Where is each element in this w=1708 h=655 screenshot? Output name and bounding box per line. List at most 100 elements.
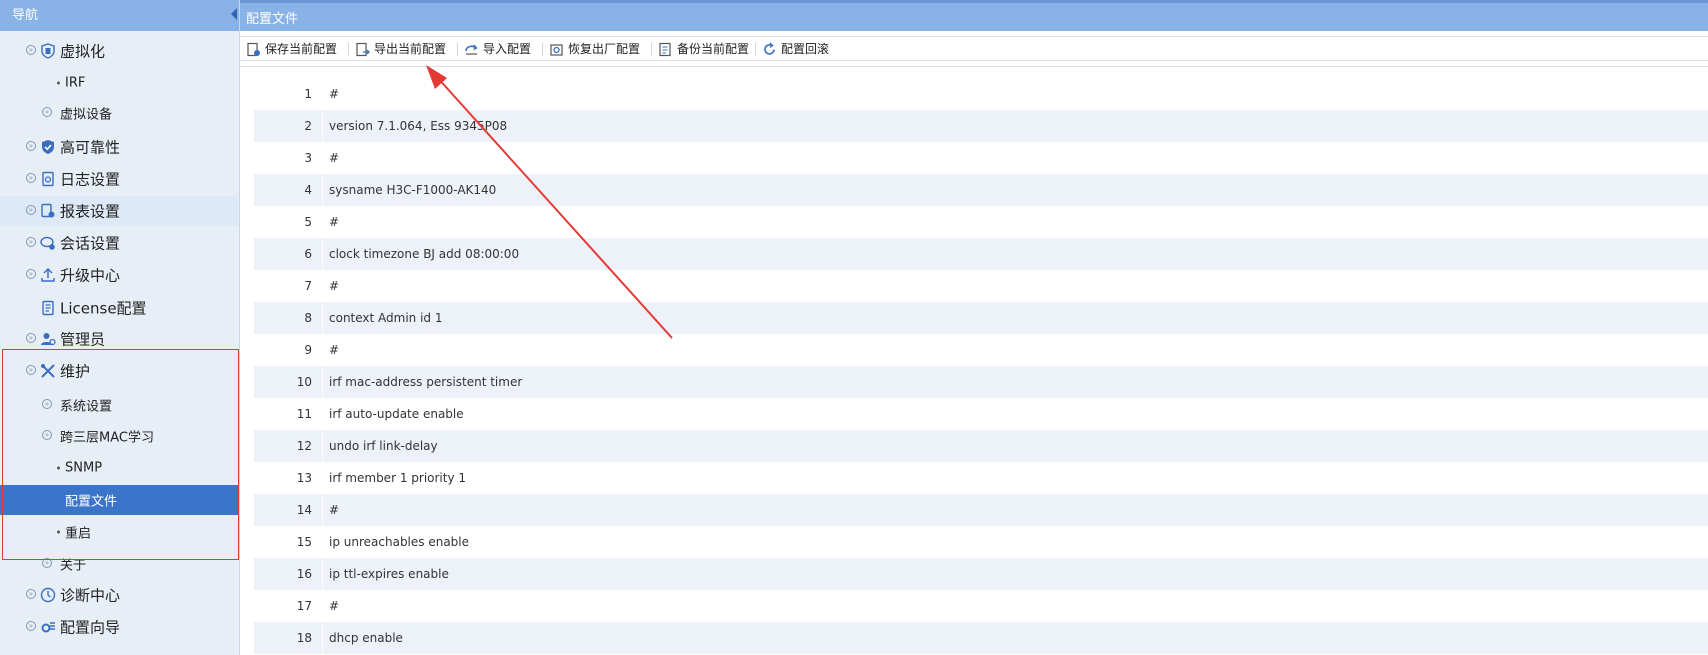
config-line: 17 #	[254, 590, 1708, 622]
import-config-label: 导入配置	[483, 42, 532, 56]
gutter-divider	[322, 558, 323, 590]
config-line: 11 irf auto-update enable	[254, 398, 1708, 430]
config-line: 15 ip unreachables enable	[254, 526, 1708, 558]
license-icon	[40, 300, 56, 316]
expand-icon[interactable]: »	[26, 45, 36, 55]
import-icon	[464, 42, 479, 57]
rollback-config-label: 配置回滚	[781, 42, 830, 56]
tab-config-file[interactable]: 配置文件	[246, 8, 298, 27]
expand-icon[interactable]: »	[26, 589, 36, 599]
sidebar-item-upgrade-center[interactable]: » 升级中心	[0, 260, 238, 290]
config-line: 10 irf mac-address persistent timer	[254, 366, 1708, 398]
sidebar-item-virtual-device[interactable]: » 虚拟设备	[0, 98, 238, 128]
expand-icon[interactable]: »	[26, 333, 36, 343]
export-config-button[interactable]: 导出当前配置	[355, 40, 446, 58]
line-text: #	[329, 87, 340, 101]
config-line: 4 sysname H3C-F1000-AK140	[254, 174, 1708, 206]
line-number: 16	[296, 567, 312, 581]
sidebar-item-label: 日志设置	[60, 170, 121, 189]
line-text: #	[329, 503, 340, 517]
gutter-divider	[322, 494, 323, 526]
sidebar-item-session-settings[interactable]: » 会话设置	[0, 228, 238, 258]
restore-factory-button[interactable]: 恢复出厂配置	[549, 40, 640, 58]
save-config-label: 保存当前配置	[265, 42, 338, 56]
line-number: 1	[304, 87, 312, 101]
line-number: 13	[296, 471, 312, 485]
config-line: 8 context Admin id 1	[254, 302, 1708, 334]
sidebar-item-label: 管理员	[60, 330, 106, 349]
rollback-config-button[interactable]: 配置回滚	[762, 40, 829, 58]
expand-icon[interactable]: »	[26, 173, 36, 183]
sidebar-item-report-settings[interactable]: » 报表设置	[0, 196, 238, 226]
sidebar-item-diagnostic-center[interactable]: » 诊断中心	[0, 580, 238, 610]
sidebar-item-label: 升级中心	[60, 266, 121, 285]
line-number: 4	[304, 183, 312, 197]
line-number: 2	[304, 119, 312, 133]
import-config-button[interactable]: 导入配置	[464, 40, 531, 58]
config-line: 6 clock timezone BJ add 08:00:00	[254, 238, 1708, 270]
sidebar-item-label: IRF	[65, 75, 86, 91]
sidebar-item-high-availability[interactable]: » 高可靠性	[0, 132, 238, 162]
user-icon	[40, 331, 56, 347]
line-number: 5	[304, 215, 312, 229]
line-number: 10	[296, 375, 312, 389]
config-line: 5 #	[254, 206, 1708, 238]
line-number: 9	[304, 343, 312, 357]
toolbar: 保存当前配置 导出当前配置 导入配置 恢复出厂配置 备份当前配置 配置回滚	[240, 36, 1708, 61]
sidebar-item-irf[interactable]: IRF	[0, 68, 238, 98]
navigation-sidebar: 导航 » 虚拟化 IRF » 虚拟设备 » 高可靠性 » 日志设置 » 报表设置…	[0, 0, 240, 655]
config-line: 1 #	[254, 78, 1708, 110]
line-text: #	[329, 343, 340, 357]
line-text: #	[329, 599, 340, 613]
expand-icon[interactable]: »	[26, 269, 36, 279]
rollback-icon	[762, 42, 777, 57]
line-text: irf auto-update enable	[329, 407, 464, 421]
export-icon	[355, 42, 370, 57]
bullet-icon	[57, 81, 60, 85]
line-number: 14	[296, 503, 312, 517]
sidebar-item-label: 会话设置	[60, 234, 121, 253]
gutter-divider	[322, 366, 323, 398]
sidebar-item-label: 配置向导	[60, 618, 121, 637]
backup-config-button[interactable]: 备份当前配置	[658, 40, 749, 58]
save-config-button[interactable]: 保存当前配置	[246, 40, 337, 58]
sidebar-item-label: 虚拟设备	[60, 107, 113, 123]
tab-bar-top-line	[240, 0, 1708, 3]
line-number: 3	[304, 151, 312, 165]
upload-icon	[40, 267, 56, 283]
report-icon	[40, 203, 56, 219]
expand-icon[interactable]: »	[26, 205, 36, 215]
log-file-icon	[40, 171, 56, 187]
config-line: 12 undo irf link-delay	[254, 430, 1708, 462]
sidebar-item-license[interactable]: License配置	[0, 293, 238, 323]
restore-icon	[549, 42, 564, 57]
line-number: 17	[296, 599, 312, 613]
line-number: 18	[296, 631, 312, 645]
sidebar-item-virtualization[interactable]: » 虚拟化	[0, 36, 238, 66]
gutter-divider	[322, 238, 323, 270]
gutter-divider	[322, 110, 323, 142]
line-number: 8	[304, 311, 312, 325]
backup-config-label: 备份当前配置	[677, 42, 750, 56]
line-number: 15	[296, 535, 312, 549]
sidebar-item-config-wizard[interactable]: » 配置向导	[0, 612, 238, 642]
sidebar-item-label: 报表设置	[60, 202, 121, 221]
collapse-sidebar-icon[interactable]	[231, 8, 237, 20]
expand-icon[interactable]: »	[26, 621, 36, 631]
toolbar-divider	[542, 43, 543, 56]
line-text: dhcp enable	[329, 631, 403, 645]
line-text: #	[329, 279, 340, 293]
sidebar-item-label: 高可靠性	[60, 138, 121, 157]
backup-icon	[658, 42, 673, 57]
line-text: #	[329, 151, 340, 165]
sidebar-item-log-settings[interactable]: » 日志设置	[0, 164, 238, 194]
line-number: 12	[296, 439, 312, 453]
toolbar-divider	[348, 43, 349, 56]
tab-bar: 配置文件	[240, 0, 1708, 31]
line-text: clock timezone BJ add 08:00:00	[329, 247, 520, 261]
expand-icon[interactable]: »	[26, 237, 36, 247]
sidebar-title: 导航	[12, 8, 39, 23]
expand-icon[interactable]: »	[42, 107, 52, 117]
config-content-area[interactable]: 1 # 2 version 7.1.064, Ess 9345P08 3 # 4 sys…	[240, 66, 1708, 655]
expand-icon[interactable]: »	[26, 141, 36, 151]
